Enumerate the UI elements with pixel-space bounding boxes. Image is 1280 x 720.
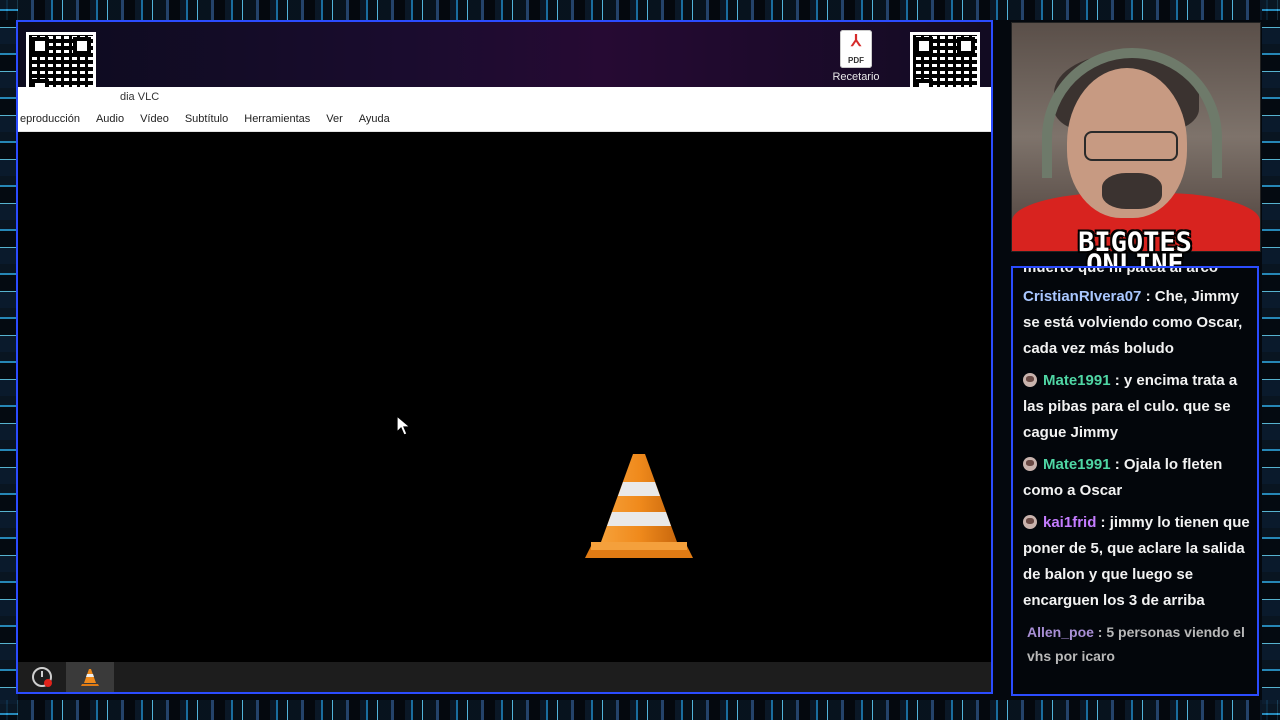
- vlc-taskbar-button[interactable]: [66, 662, 114, 692]
- chat-panel: muerto que ni patea al arco CristianRIve…: [1011, 266, 1259, 696]
- vlc-window-title: dia VLC: [120, 91, 160, 103]
- chat-message: Mate1991 : Ojala lo fleten como a Oscar: [1023, 452, 1251, 504]
- vlc-cone-icon: [585, 454, 693, 558]
- menu-ver[interactable]: Ver: [318, 107, 351, 131]
- vlc-video-area[interactable]: [18, 132, 991, 662]
- user-badge-icon: [1023, 515, 1037, 529]
- menu-reproduccion[interactable]: eproducción: [18, 107, 88, 131]
- vlc-taskbar-icon: [81, 669, 99, 686]
- chat-message: CristianRIvera07 : Che, Jimmy se está vo…: [1023, 284, 1251, 362]
- chat-username[interactable]: kai1frid: [1043, 514, 1096, 531]
- screen-record-icon: [32, 667, 52, 687]
- user-badge-icon: [1023, 457, 1037, 471]
- taskbar: [18, 662, 991, 692]
- chat-username[interactable]: Mate1991: [1043, 456, 1111, 473]
- mouse-cursor-icon: [396, 415, 412, 436]
- chat-message: Allen_poe : 5 personas viendo el vhs por…: [1023, 620, 1251, 668]
- chat-message-partial: muerto que ni patea al arco: [1023, 266, 1219, 276]
- desktop-pdf-shortcut[interactable]: ⅄ PDF Recetario: [826, 30, 886, 83]
- webcam-feed: [1011, 22, 1261, 252]
- menu-herramientas[interactable]: Herramientas: [236, 107, 318, 131]
- menu-ayuda[interactable]: Ayuda: [351, 107, 398, 131]
- pdf-file-icon: ⅄ PDF: [840, 30, 872, 68]
- menu-subtitulo[interactable]: Subtítulo: [177, 107, 236, 131]
- chat-username[interactable]: CristianRIvera07: [1023, 288, 1141, 305]
- chat-message-list: muerto que ni patea al arco CristianRIve…: [1023, 268, 1251, 674]
- chat-username[interactable]: Mate1991: [1043, 372, 1111, 389]
- vlc-menu-bar: eproducción Audio Vídeo Subtítulo Herram…: [18, 107, 991, 132]
- user-badge-icon: [1023, 373, 1037, 387]
- decorative-top-band: [0, 0, 1280, 20]
- screen-record-button[interactable]: [18, 662, 66, 692]
- menu-audio[interactable]: Audio: [88, 107, 132, 131]
- chat-message: Mate1991 : y encima trata a las pibas pa…: [1023, 368, 1251, 446]
- decorative-bottom-band: [0, 700, 1280, 720]
- captured-desktop-frame: ⅄ PDF Recetario dia VLC eproducción Audi…: [16, 20, 993, 694]
- chat-message: kai1frid : jimmy lo tienen que poner de …: [1023, 510, 1251, 614]
- chat-username[interactable]: Allen_poe: [1027, 624, 1094, 640]
- decorative-right-band: [1262, 0, 1280, 720]
- menu-video[interactable]: Vídeo: [132, 107, 177, 131]
- pdf-shortcut-label: Recetario: [832, 71, 880, 83]
- vlc-title-bar[interactable]: dia VLC: [18, 87, 991, 107]
